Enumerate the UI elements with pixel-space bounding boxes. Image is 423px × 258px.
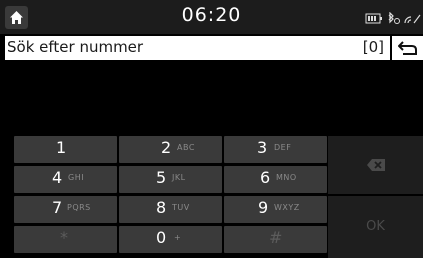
back-arrow-icon [398,41,417,55]
dial-keypad: 1 2 ABC 3 DEF 4 GHI 5 JKL 6 MNO 7 PQRS 8… [14,136,423,258]
key-letters: DEF [274,143,292,152]
ok-button[interactable]: OK [328,196,423,258]
key-digit: * [60,228,68,247]
key-letters: PQRS [67,203,91,212]
key-digit: 7 [52,198,63,217]
key-6[interactable]: 6 MNO [224,166,327,193]
status-icons [365,11,421,25]
phone-dialer-screen: 06:20 Sök efter nummer [0] 1 2 ABC 3 DEF… [0,0,423,258]
key-digit: 0 [156,228,167,247]
key-3[interactable]: 3 DEF [224,136,327,163]
key-star[interactable]: * [14,226,117,253]
key-letters: + [174,233,182,242]
key-letters: ABC [177,143,195,152]
key-digit: 5 [156,168,167,187]
signal-icon [404,14,421,24]
key-8[interactable]: 8 TUV [119,196,222,223]
key-letters: MNO [276,173,297,182]
key-digit: 2 [161,138,172,157]
key-5[interactable]: 5 JKL [119,166,222,193]
key-letters: TUV [172,203,190,212]
key-2[interactable]: 2 ABC [119,136,222,163]
key-letters: WXYZ [274,203,300,212]
battery-icon [365,13,382,24]
key-digit: 3 [257,138,268,157]
key-digit: 9 [258,198,269,217]
key-letters: GHI [68,173,85,182]
search-input[interactable]: Sök efter nummer [7,38,143,56]
key-0[interactable]: 0 + [119,226,222,253]
key-digit: 1 [56,138,67,157]
key-1[interactable]: 1 [14,136,117,163]
search-field[interactable]: Sök efter nummer [0] [5,36,390,60]
backspace-button[interactable] [328,136,423,194]
key-digit: 6 [260,168,271,187]
key-hash[interactable]: # [224,226,327,253]
key-digit: 4 [52,168,63,187]
clock: 06:20 [181,4,242,26]
key-letters: JKL [172,173,186,182]
key-digit: # [269,228,283,247]
key-4[interactable]: 4 GHI [14,166,117,193]
status-bar: 06:20 [0,0,423,34]
key-digit: 8 [156,198,167,217]
back-button[interactable] [392,36,423,60]
result-count: [0] [362,38,384,56]
bluetooth-icon [388,11,400,24]
key-7[interactable]: 7 PQRS [14,196,117,223]
backspace-icon [367,159,385,171]
ok-label: OK [366,219,385,234]
key-9[interactable]: 9 WXYZ [224,196,327,223]
